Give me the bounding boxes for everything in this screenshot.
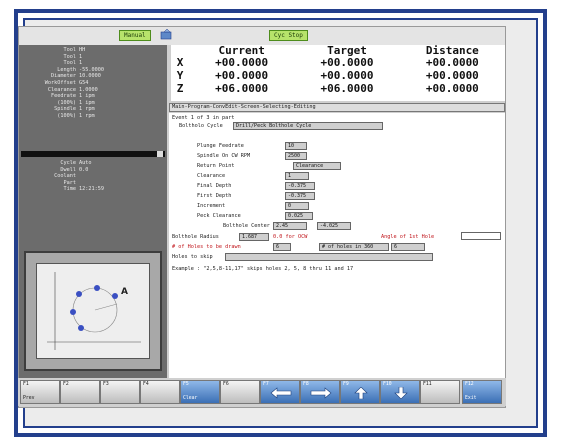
bolthole-preview: A: [24, 251, 162, 371]
center-label: Bolthole Center: [223, 223, 270, 229]
param-row: Time 12:21:59: [63, 186, 105, 193]
param-row: Coolant: [54, 173, 76, 180]
holes-in-360-field[interactable]: 6: [391, 243, 425, 251]
status-bar: [21, 151, 165, 157]
example-text: Example : "2,5,8-11,17" skips holes 2, 5…: [172, 266, 354, 272]
holes-in-360-label: # of holes in 360: [319, 243, 389, 251]
clearance-field[interactable]: 1: [285, 172, 309, 180]
arrow-left-icon: [270, 387, 292, 399]
preview-canvas: A: [36, 263, 150, 359]
softkey-f4[interactable]: F4: [140, 380, 180, 404]
param-row: Part: [63, 179, 77, 186]
softkey-f8[interactable]: F8: [300, 380, 340, 404]
dro-row-y: Y +00.0000 +00.0000 +00.0000: [176, 69, 479, 82]
increment-field[interactable]: 0: [285, 202, 309, 210]
mode-badge-right: Cyc Stop: [269, 30, 308, 41]
first-depth-field[interactable]: -0.375: [285, 192, 315, 200]
softkey-f11[interactable]: F11: [420, 380, 460, 404]
softkey-f10[interactable]: F10: [380, 380, 420, 404]
field-label: First Depth: [197, 193, 232, 199]
param-row: Length -55.0000: [57, 66, 104, 73]
holes-to-skip-field[interactable]: [225, 253, 433, 261]
softkey-f1[interactable]: F1 Prev: [20, 380, 60, 404]
field-label: Clearance: [197, 173, 226, 179]
dro-row-z: Z +06.0000 +06.0000 +00.0000: [176, 82, 479, 95]
softkey-f12[interactable]: F12 Exit: [462, 380, 502, 404]
return-point-select[interactable]: Clearance: [293, 162, 341, 170]
softkey-f3[interactable]: F3: [100, 380, 140, 404]
mode-badge-left: Manual: [119, 30, 151, 41]
field-label: Spindle On CW RPM: [197, 153, 251, 159]
machine-params: Tool HH Tool 1 Tool 1 Length -55.0000 Diamet…: [21, 47, 165, 120]
status-panel: Tool HH Tool 1 Tool 1 Length -55.0000 Diamet…: [19, 45, 167, 385]
arrow-right-icon: [310, 387, 332, 399]
param-row: Feedrate 1 ipm: [51, 93, 95, 100]
cycle-params: Cycle Auto Dwell 0.0 Coolant Part Time 12:2…: [21, 160, 165, 193]
param-row: Clearance 1.0000: [47, 86, 98, 93]
arrow-down-icon: [394, 387, 408, 399]
svg-text:A: A: [121, 287, 128, 297]
param-row: Spindle 1 rpm: [54, 106, 95, 113]
field-label: Return Point: [197, 163, 235, 169]
plunge-feedrate-field[interactable]: 10: [285, 142, 307, 150]
status-indicator-icon: [157, 151, 163, 157]
breadcrumb: Main-Program-ConvEdit-Screen-Selecting-E…: [169, 103, 505, 112]
event-line: Event 1 of 3 in part: [172, 115, 235, 121]
final-depth-field[interactable]: -0.375: [285, 182, 315, 190]
field-label: Final Depth: [197, 183, 232, 189]
spindle-rpm-field[interactable]: 2500: [285, 152, 307, 160]
param-row: (100%) 1 ipm: [57, 99, 95, 106]
softkey-bar: F1 Prev F2 F3 F4 F5 Clear F6 F7 F8 F9 F10 …: [18, 378, 506, 406]
cycle-label: Boltholo Cycle: [179, 123, 223, 129]
angle-label: Angle of 1st Hole: [381, 234, 435, 240]
dro-row-x: X +00.0000 +00.0000 +00.0000: [176, 56, 479, 69]
center-y-field[interactable]: -4.025: [317, 222, 351, 230]
param-row: WorkOffset G54: [44, 79, 89, 86]
mode-icon: [160, 29, 172, 40]
radius-note: 0.0 for OCW: [273, 234, 308, 240]
top-bar: Manual Cyc Stop: [19, 27, 505, 45]
softkey-f6[interactable]: F6: [220, 380, 260, 404]
peck-clearance-field[interactable]: 0.025: [285, 212, 313, 220]
cycle-select[interactable]: Drill/Peck Bolthole Cycle: [233, 122, 383, 130]
angle-field[interactable]: [461, 232, 501, 240]
field-label: Peck Clearance: [197, 213, 241, 219]
holes-drawn-field[interactable]: 6: [273, 243, 291, 251]
softkey-f2[interactable]: F2: [60, 380, 100, 404]
holes-label: # of Holes to be drawn: [172, 244, 241, 250]
cnc-screen: Manual Cyc Stop Tool HH Tool 1 Tool 1 Lengt…: [18, 26, 506, 408]
param-row: Dwell 0.0: [60, 166, 89, 173]
center-x-field[interactable]: 2.45: [273, 222, 307, 230]
param-row: Diameter 10.0000: [51, 73, 101, 80]
softkey-f5[interactable]: F5 Clear: [180, 380, 220, 404]
softkey-f9[interactable]: F9: [340, 380, 380, 404]
dro-header: Current Target Distance: [171, 44, 505, 57]
param-row: Cycle Auto: [60, 160, 92, 166]
field-label: Plunge Feedrate: [197, 143, 244, 149]
radius-label: Bolthole Radius: [172, 234, 219, 240]
skip-label: Holes to skip: [172, 254, 213, 260]
param-row: (100%) 1 rpm: [57, 112, 95, 119]
param-row: Tool HH: [63, 47, 86, 53]
param-row: Tool 1: [63, 53, 83, 60]
field-label: Increment: [197, 203, 226, 209]
param-row: Tool 1: [63, 60, 83, 67]
bolthole-diagram-icon: A: [47, 272, 141, 350]
radius-field[interactable]: 1.687: [239, 233, 269, 241]
edit-panel: Event 1 of 3 in part Boltholo Cycle Dril…: [169, 113, 505, 383]
position-readout: Current Target Distance X +00.0000 +00.0…: [171, 44, 505, 101]
arrow-up-icon: [354, 387, 368, 399]
softkey-f7[interactable]: F7: [260, 380, 300, 404]
